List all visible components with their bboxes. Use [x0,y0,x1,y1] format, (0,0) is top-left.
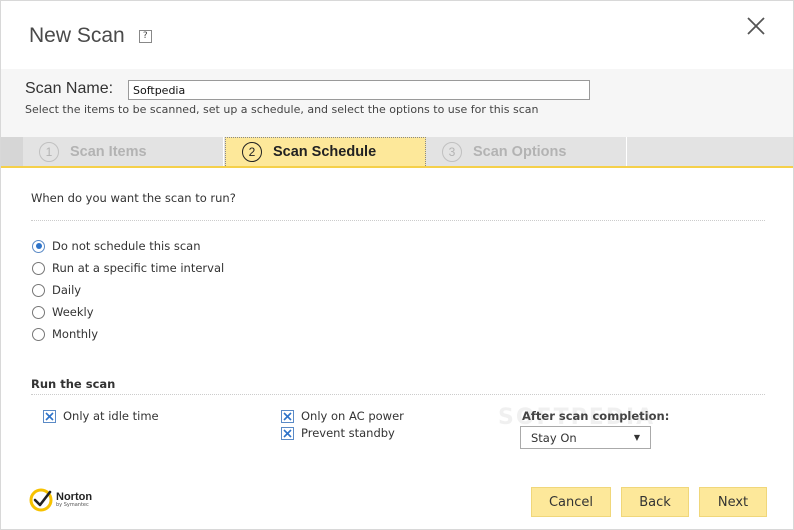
radio-button-selected[interactable] [32,239,45,253]
checkbox-ac-power[interactable]: Only on AC power [281,409,404,423]
radio-label: Weekly [52,305,94,319]
radio-label: Daily [52,283,82,297]
radio-daily[interactable]: Daily [32,283,81,297]
checkbox-idle-time[interactable]: Only at idle time [43,409,159,423]
checkbox-label: Only at idle time [63,409,159,423]
wizard-tabs: 1 Scan Items 2 Scan Schedule 3 Scan Opti… [1,137,793,168]
checkbox[interactable] [281,409,294,423]
title-row: New Scan ? [29,21,152,51]
logo-text: Norton by Symantec [56,492,92,508]
after-completion-select[interactable]: Stay On ▼ [520,426,651,449]
tab-scan-options[interactable]: 3 Scan Options [426,137,627,166]
check-x-icon [283,411,292,421]
run-the-scan-title: Run the scan [31,377,116,391]
checkbox[interactable] [43,409,56,423]
step-number: 3 [442,141,462,162]
checkbox-label: Prevent standby [301,426,395,440]
step-number: 1 [39,141,59,162]
schedule-question: When do you want the scan to run? [31,191,236,205]
scan-name-input[interactable] [128,80,590,100]
divider [31,394,765,395]
divider [31,220,765,221]
radio-weekly[interactable]: Weekly [32,305,94,319]
new-scan-dialog: New Scan ? Scan Name: Select the items t… [0,0,794,530]
dropdown-arrow-icon: ▼ [633,433,640,442]
scan-name-hint: Select the items to be scanned, set up a… [25,103,539,116]
after-completion-label: After scan completion: [522,409,670,423]
step-number: 2 [242,142,262,162]
select-value: Stay On [531,430,577,445]
radio-button[interactable] [32,305,45,319]
close-button[interactable] [745,15,767,37]
tab-scan-items[interactable]: 1 Scan Items [23,137,224,166]
radio-label: Run at a specific time interval [52,261,225,275]
radio-button[interactable] [32,283,45,297]
help-button[interactable]: ? [138,29,152,43]
close-icon [747,17,765,35]
tab-label: Scan Options [473,143,567,160]
brand-sub: by Symantec [56,502,89,508]
dialog-title: New Scan [29,24,125,47]
check-x-icon [45,411,54,421]
radio-no-schedule[interactable]: Do not schedule this scan [32,239,201,253]
tab-label: Scan Items [70,143,147,160]
checkbox-label: Only on AC power [301,409,404,423]
tab-strip-filler [627,137,793,166]
back-button[interactable]: Back [621,487,689,517]
scan-name-label: Scan Name: [25,80,114,97]
checkbox-prevent-standby[interactable]: Prevent standby [281,426,395,440]
radio-time-interval[interactable]: Run at a specific time interval [32,261,224,275]
radio-button[interactable] [32,261,45,275]
checkbox[interactable] [281,426,294,440]
radio-monthly[interactable]: Monthly [32,327,98,341]
tab-strip-edge [1,137,23,166]
radio-button[interactable] [32,327,45,341]
check-x-icon [283,428,292,438]
radio-label: Do not schedule this scan [52,239,201,253]
norton-check-icon [29,488,53,512]
tab-scan-schedule[interactable]: 2 Scan Schedule [225,137,426,166]
tab-label: Scan Schedule [273,144,377,160]
cancel-button[interactable]: Cancel [531,487,611,517]
norton-logo: Norton by Symantec [29,488,92,512]
radio-label: Monthly [52,327,99,341]
next-button[interactable]: Next [699,487,767,517]
